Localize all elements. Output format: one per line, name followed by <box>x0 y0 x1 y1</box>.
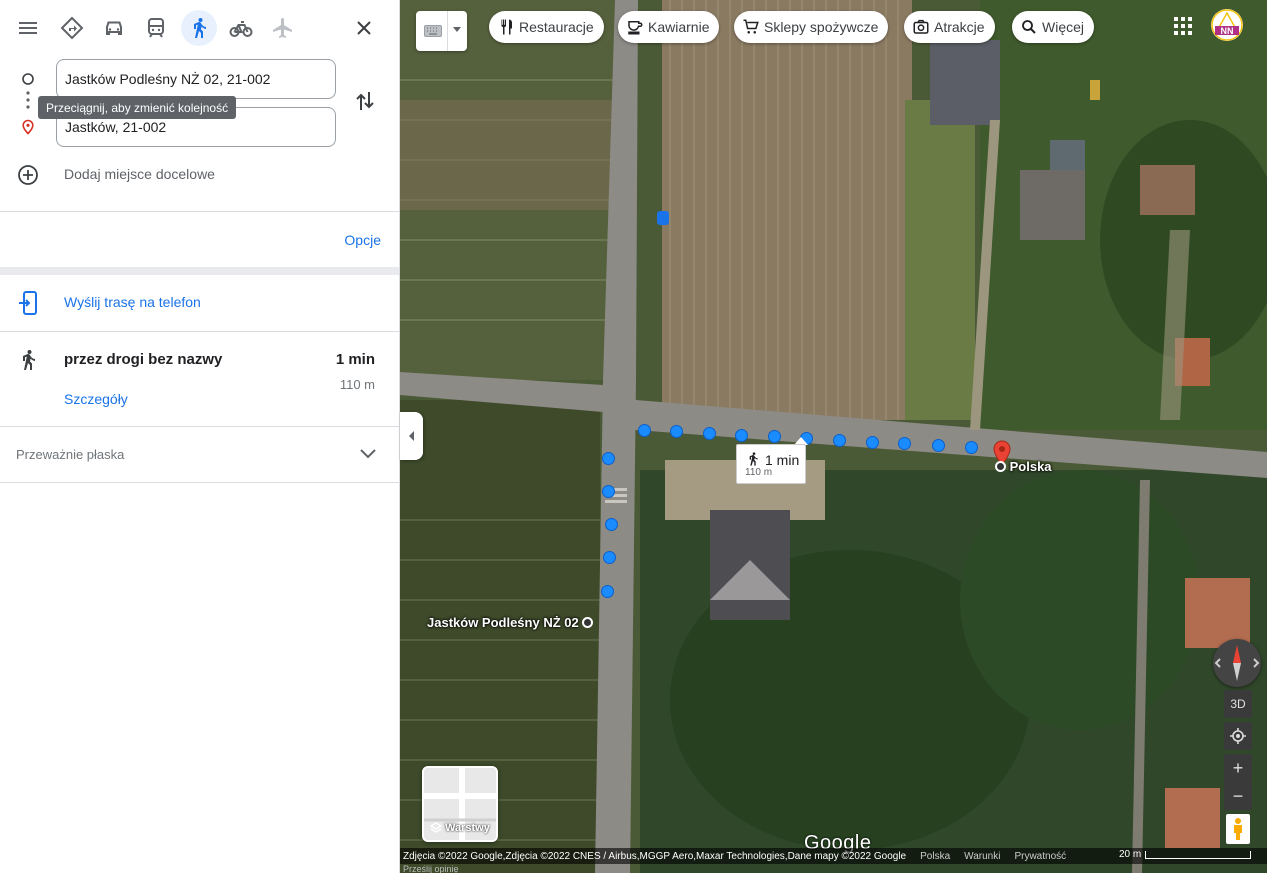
destination-label-text: Polska <box>1009 459 1052 474</box>
divider <box>0 482 399 483</box>
compass-icon <box>1214 645 1260 681</box>
account-avatar[interactable]: NN <box>1211 9 1243 41</box>
chip-label: Sklepy spożywcze <box>764 19 879 35</box>
chip-more[interactable]: Więcej <box>1012 11 1095 43</box>
destination-map-label[interactable]: Polska <box>995 459 1052 474</box>
plane-icon[interactable] <box>265 10 301 46</box>
chip-label: Atrakcje <box>934 19 985 35</box>
send-to-phone-icon <box>19 291 37 315</box>
route-connector-dots-icon <box>26 91 30 109</box>
dropdown-caret-icon <box>453 27 461 32</box>
options-link[interactable]: Opcje <box>344 232 381 248</box>
destination-pin-icon <box>22 119 34 135</box>
scale-bar <box>1145 850 1252 859</box>
walking-icon[interactable] <box>181 10 217 46</box>
layers-button[interactable]: Warstwy <box>422 766 498 842</box>
callout-distance: 110 m <box>745 467 773 478</box>
origin-input[interactable]: Jastków Podleśny NŻ 02, 21-002 <box>56 59 336 99</box>
send-to-phone-link[interactable]: Wyślij trasę na telefon <box>64 294 201 310</box>
zoom-out-button[interactable]: − <box>1224 782 1252 810</box>
section-separator <box>0 267 399 275</box>
bus-stop-icon[interactable] <box>657 211 669 225</box>
route-duration: 1 min <box>335 351 375 368</box>
3d-toggle-button[interactable]: 3D <box>1224 690 1252 718</box>
chip-cafes[interactable]: Kawiarnie <box>618 11 720 43</box>
attribution-text: Zdjęcia ©2022 Google,Zdjęcia ©2022 CNES … <box>403 850 907 862</box>
layers-label: Warstwy <box>445 822 490 834</box>
chip-restaurants[interactable]: Restauracje <box>489 11 604 43</box>
elevation-summary: Przeważnie płaska <box>16 447 125 462</box>
route-distance: 110 m <box>339 377 375 392</box>
satellite-map[interactable]: 1 min 110 m Polska Jastków Podleśny NŻ 0… <box>400 0 1267 873</box>
keyboard-icon <box>424 25 442 37</box>
best-route-icon[interactable] <box>54 10 90 46</box>
route-details-link[interactable]: Szczegóły <box>64 391 128 407</box>
chip-groceries[interactable]: Sklepy spożywcze <box>734 11 889 43</box>
origin-label-text: Jastków Podleśny NŻ 02 <box>427 615 579 630</box>
street-view-pegman[interactable] <box>1226 814 1250 844</box>
close-icon[interactable] <box>346 10 382 46</box>
divider <box>0 211 399 212</box>
zoom-in-button[interactable]: + <box>1224 754 1252 782</box>
bicycle-icon[interactable] <box>223 10 259 46</box>
scale-label: 20 m <box>1119 849 1142 860</box>
search-icon <box>1022 20 1036 34</box>
terms-link[interactable]: Warunki <box>964 851 1000 862</box>
fork-knife-icon <box>501 19 512 35</box>
add-destination-link[interactable]: Dodaj miejsce docelowe <box>64 166 215 182</box>
walking-icon <box>749 452 758 466</box>
travel-mode-bar <box>8 8 391 48</box>
chip-label: Kawiarnie <box>648 19 710 35</box>
avatar-logo-icon <box>1211 9 1243 41</box>
place-marker-icon <box>995 461 1006 472</box>
origin-circle-icon <box>22 73 34 85</box>
camera-icon <box>913 19 929 34</box>
divider <box>0 426 399 427</box>
directions-panel: Jastków Podleśny NŻ 02, 21-002 Jastków, … <box>0 0 400 873</box>
map-scale[interactable]: 20 m <box>1119 849 1252 860</box>
send-feedback-link[interactable]: Prześlij opinię <box>403 864 459 873</box>
chip-attractions[interactable]: Atrakcje <box>904 11 995 43</box>
shopping-cart-icon <box>743 19 759 34</box>
country-link[interactable]: Polska <box>920 851 950 862</box>
input-tools-button[interactable] <box>416 11 467 51</box>
pegman-icon <box>1234 818 1242 840</box>
avatar-initials: NN <box>1220 26 1234 36</box>
chevron-down-icon[interactable] <box>358 446 378 462</box>
walking-route-icon <box>23 350 35 370</box>
swap-arrows-icon <box>356 92 374 110</box>
drag-reorder-tooltip: Przeciągnij, aby zmienić kolejność <box>38 96 237 119</box>
route-title[interactable]: przez drogi bez nazwy <box>64 351 222 368</box>
divider <box>0 331 399 332</box>
my-location-button[interactable] <box>1224 722 1252 750</box>
layers-icon <box>430 822 442 833</box>
add-circle-icon[interactable] <box>17 164 39 186</box>
menu-icon[interactable] <box>10 10 46 46</box>
coffee-cup-icon <box>628 21 643 35</box>
collapse-panel-button[interactable] <box>400 412 423 460</box>
route-time-callout[interactable]: 1 min 110 m <box>736 444 806 484</box>
chevron-left-icon <box>408 431 414 441</box>
origin-map-label[interactable]: Jastków Podleśny NŻ 02 <box>427 615 594 630</box>
google-apps-icon[interactable] <box>1173 16 1193 36</box>
layers-label-wrap: Warstwy <box>430 822 490 834</box>
privacy-link[interactable]: Prywatność <box>1014 851 1066 862</box>
swap-directions-button[interactable] <box>350 86 380 116</box>
my-location-icon <box>1230 728 1246 744</box>
transit-icon[interactable] <box>138 10 174 46</box>
callout-time: 1 min <box>765 452 800 468</box>
chip-label: Więcej <box>1042 19 1085 35</box>
place-marker-icon <box>582 617 594 628</box>
chip-label: Restauracje <box>519 19 594 35</box>
compass-button[interactable] <box>1213 639 1261 687</box>
google-maps-window: Jastków Podleśny NŻ 02, 21-002 Jastków, … <box>0 0 1267 873</box>
car-icon[interactable] <box>96 10 132 46</box>
